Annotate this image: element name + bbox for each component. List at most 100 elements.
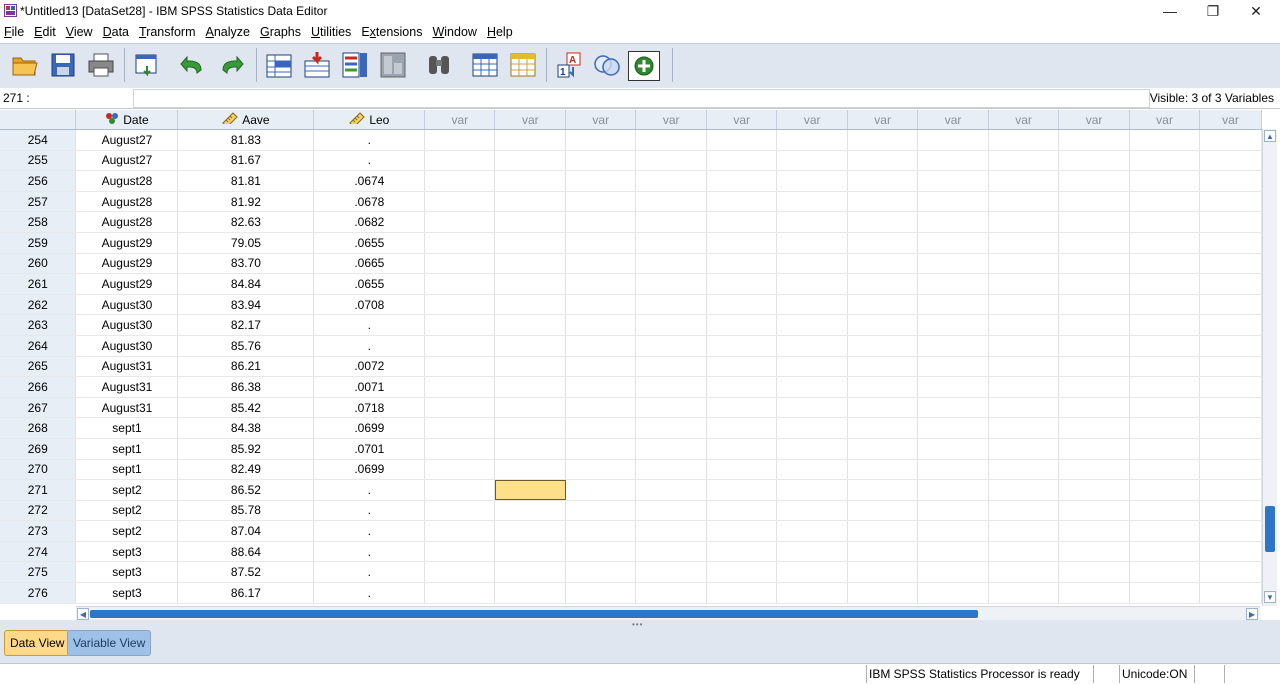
column-header-date[interactable]: Date <box>75 110 179 130</box>
cell-empty[interactable] <box>847 294 919 316</box>
tab-data-view[interactable]: Data View <box>4 630 71 656</box>
cell-empty[interactable] <box>847 459 919 481</box>
cell-empty[interactable] <box>776 150 849 172</box>
cell-aave[interactable]: 86.52 <box>177 479 315 501</box>
cell-date[interactable]: sept2 <box>75 520 179 542</box>
cell-empty[interactable] <box>706 520 778 542</box>
cell-empty[interactable] <box>706 211 778 233</box>
column-header-var[interactable]: var <box>1199 110 1262 130</box>
cell-empty[interactable] <box>1199 129 1262 151</box>
cell-empty[interactable] <box>706 170 778 192</box>
cell-empty[interactable] <box>1129 232 1200 254</box>
cell-aave[interactable]: 85.76 <box>177 335 315 357</box>
cell-empty[interactable] <box>776 561 849 584</box>
cell-empty[interactable] <box>917 129 990 151</box>
cell-empty[interactable] <box>917 356 990 378</box>
row-number[interactable]: 265 <box>0 356 77 378</box>
cell-empty[interactable] <box>494 170 567 192</box>
cell-aave[interactable]: 82.63 <box>177 211 315 233</box>
menu-extensions[interactable]: Extensions <box>357 22 428 42</box>
column-header-var[interactable]: var <box>1129 110 1200 130</box>
column-header-var[interactable]: var <box>635 110 708 130</box>
cell-empty[interactable] <box>988 191 1060 213</box>
cell-empty[interactable] <box>635 170 708 192</box>
column-header-var[interactable]: var <box>1058 110 1131 130</box>
cell-empty[interactable] <box>1129 253 1200 275</box>
cell-empty[interactable] <box>1129 129 1200 151</box>
cell-empty[interactable] <box>776 314 849 336</box>
row-number[interactable]: 256 <box>0 170 77 192</box>
cell-empty[interactable] <box>635 150 708 172</box>
row-number[interactable]: 273 <box>0 520 77 542</box>
go-to-case-icon[interactable] <box>262 49 296 81</box>
cell-empty[interactable] <box>1129 335 1200 357</box>
menu-transform[interactable]: Transform <box>135 22 202 42</box>
cell-empty[interactable] <box>776 397 849 419</box>
cell-empty[interactable] <box>1199 520 1262 542</box>
cell-empty[interactable] <box>776 417 849 439</box>
go-to-variable-icon[interactable] <box>300 49 334 81</box>
pane-splitter[interactable]: ••• <box>0 620 1280 629</box>
cell-empty[interactable] <box>917 294 990 316</box>
cell-empty[interactable] <box>847 582 919 604</box>
cell-empty[interactable] <box>565 438 637 460</box>
cell-empty[interactable] <box>635 459 708 481</box>
cell-leo[interactable]: .0655 <box>313 273 426 295</box>
cell-empty[interactable] <box>494 500 567 522</box>
cell-leo[interactable]: . <box>313 561 426 584</box>
row-number[interactable]: 269 <box>0 438 77 460</box>
cell-date[interactable]: August29 <box>75 232 179 254</box>
vertical-scroll-thumb[interactable] <box>1265 506 1275 552</box>
cell-empty[interactable] <box>494 150 567 172</box>
cell-empty[interactable] <box>988 397 1060 419</box>
column-header-var[interactable]: var <box>706 110 778 130</box>
cell-empty[interactable] <box>988 170 1060 192</box>
cell-empty[interactable] <box>706 232 778 254</box>
cell-empty[interactable] <box>776 356 849 378</box>
cell-empty[interactable] <box>1199 582 1262 604</box>
row-number[interactable]: 266 <box>0 376 77 398</box>
cell-empty[interactable] <box>1058 150 1131 172</box>
scroll-left-icon[interactable]: ◀ <box>77 608 89 620</box>
cell-empty[interactable] <box>988 376 1060 398</box>
cell-aave[interactable]: 87.04 <box>177 520 315 542</box>
cell-empty[interactable] <box>494 459 567 481</box>
cell-empty[interactable] <box>1129 582 1200 604</box>
cell-empty[interactable] <box>988 335 1060 357</box>
cell-empty[interactable] <box>988 541 1060 563</box>
cell-empty[interactable] <box>847 417 919 439</box>
cell-date[interactable]: August30 <box>75 335 179 357</box>
cell-empty[interactable] <box>1199 438 1262 460</box>
cell-empty[interactable] <box>565 170 637 192</box>
cell-empty[interactable] <box>424 191 496 213</box>
cell-empty[interactable] <box>424 335 496 357</box>
cell-empty[interactable] <box>917 314 990 336</box>
cell-empty[interactable] <box>776 376 849 398</box>
cell-leo[interactable]: . <box>313 314 426 336</box>
cell-empty[interactable] <box>565 417 637 439</box>
insert-variable-icon[interactable] <box>506 49 540 81</box>
cell-empty[interactable] <box>1058 438 1131 460</box>
cell-leo[interactable]: . <box>313 582 426 604</box>
cell-date[interactable]: August30 <box>75 294 179 316</box>
cell-empty[interactable] <box>635 273 708 295</box>
cell-empty[interactable] <box>565 253 637 275</box>
cell-empty[interactable] <box>1058 170 1131 192</box>
cell-empty[interactable] <box>424 500 496 522</box>
cell-empty[interactable] <box>917 438 990 460</box>
cell-empty[interactable] <box>1058 314 1131 336</box>
undo-icon[interactable] <box>176 49 210 81</box>
cell-empty[interactable] <box>565 582 637 604</box>
cell-empty[interactable] <box>565 314 637 336</box>
cell-empty[interactable] <box>776 253 849 275</box>
cell-empty[interactable] <box>635 191 708 213</box>
cell-leo[interactable]: .0655 <box>313 232 426 254</box>
column-header-var[interactable]: var <box>988 110 1060 130</box>
tab-variable-view[interactable]: Variable View <box>67 630 152 656</box>
column-header-var[interactable]: var <box>424 110 496 130</box>
cell-value-input[interactable] <box>133 89 1150 108</box>
cell-leo[interactable]: .0708 <box>313 294 426 316</box>
cell-aave[interactable]: 81.83 <box>177 129 315 151</box>
cell-empty[interactable] <box>494 520 567 542</box>
cell-empty[interactable] <box>917 273 990 295</box>
